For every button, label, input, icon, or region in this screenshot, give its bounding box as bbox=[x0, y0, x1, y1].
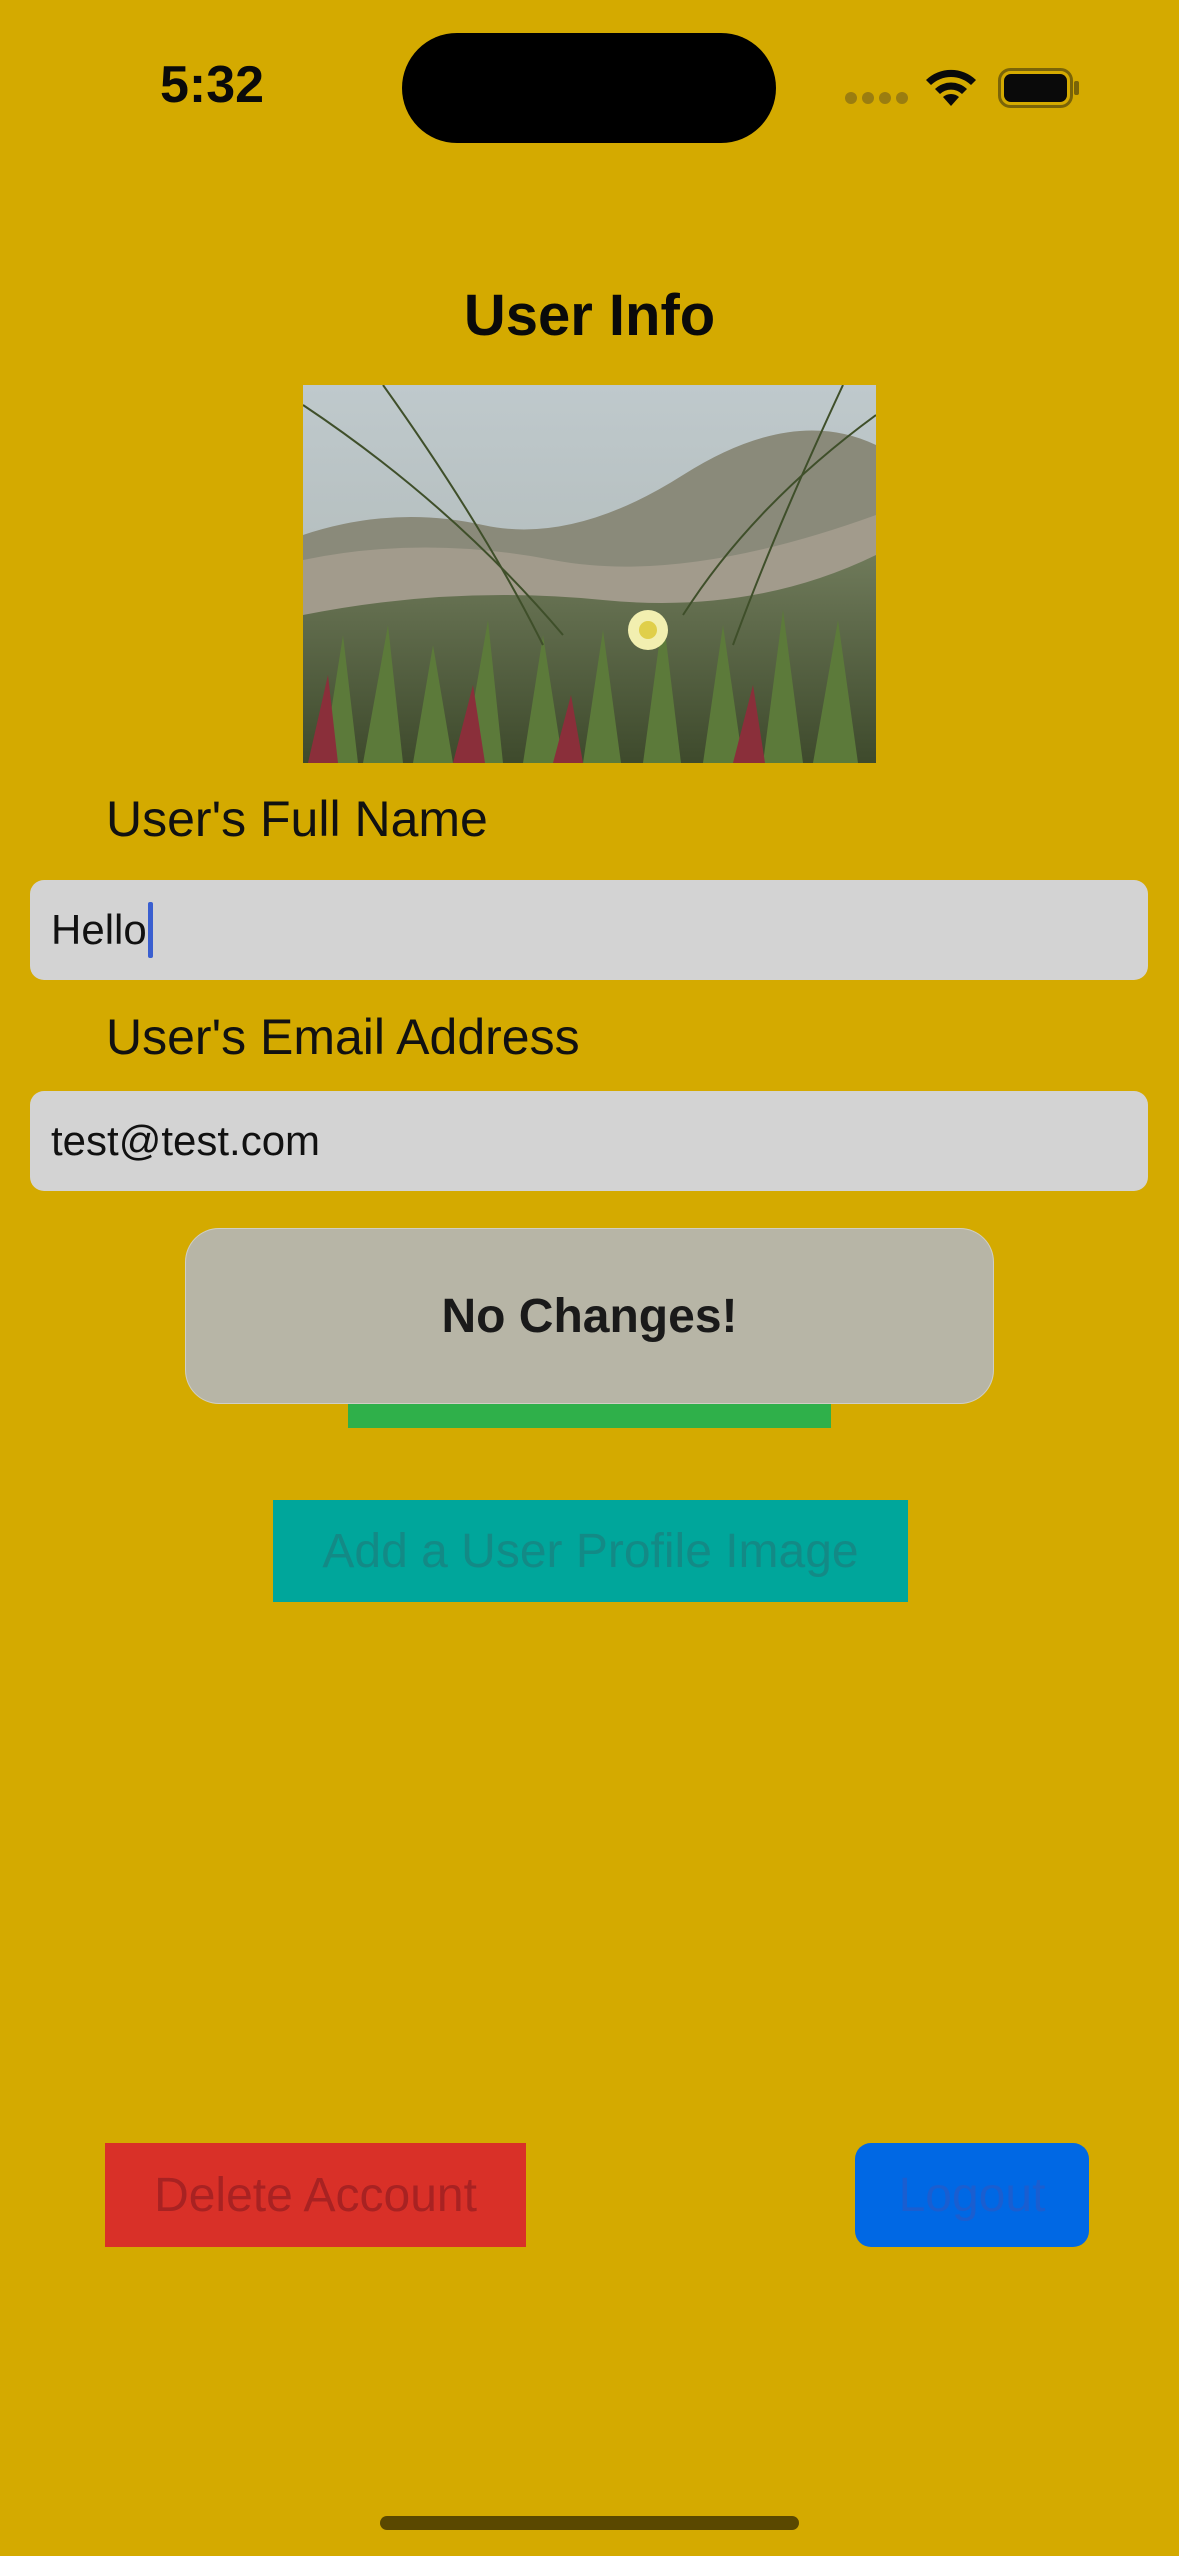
full-name-value: Hello bbox=[51, 906, 147, 953]
cellular-signal-icon bbox=[845, 92, 908, 106]
text-cursor bbox=[147, 902, 153, 958]
full-name-field[interactable]: Hello bbox=[30, 880, 1148, 980]
page-title: User Info bbox=[463, 283, 716, 348]
email-label: User's Email Address bbox=[106, 1009, 580, 1065]
status-bar: 5:32 bbox=[0, 0, 1179, 180]
dynamic-island bbox=[402, 33, 776, 143]
delete-account-button[interactable]: Delete Account bbox=[105, 2143, 526, 2247]
profile-photo-image bbox=[303, 385, 876, 763]
email-field[interactable]: test@test.com bbox=[30, 1091, 1148, 1191]
add-profile-image-button[interactable]: Add a User Profile Image bbox=[273, 1500, 908, 1602]
wifi-icon bbox=[926, 69, 976, 106]
logout-button[interactable]: Logout bbox=[855, 2143, 1089, 2247]
no-changes-toast: No Changes! bbox=[185, 1228, 994, 1404]
profile-photo bbox=[303, 385, 876, 763]
battery-icon bbox=[998, 68, 1079, 108]
home-indicator[interactable] bbox=[380, 2516, 799, 2530]
email-value: test@test.com bbox=[51, 1117, 321, 1164]
status-time: 5:32 bbox=[160, 56, 265, 114]
full-name-label: User's Full Name bbox=[106, 791, 488, 847]
